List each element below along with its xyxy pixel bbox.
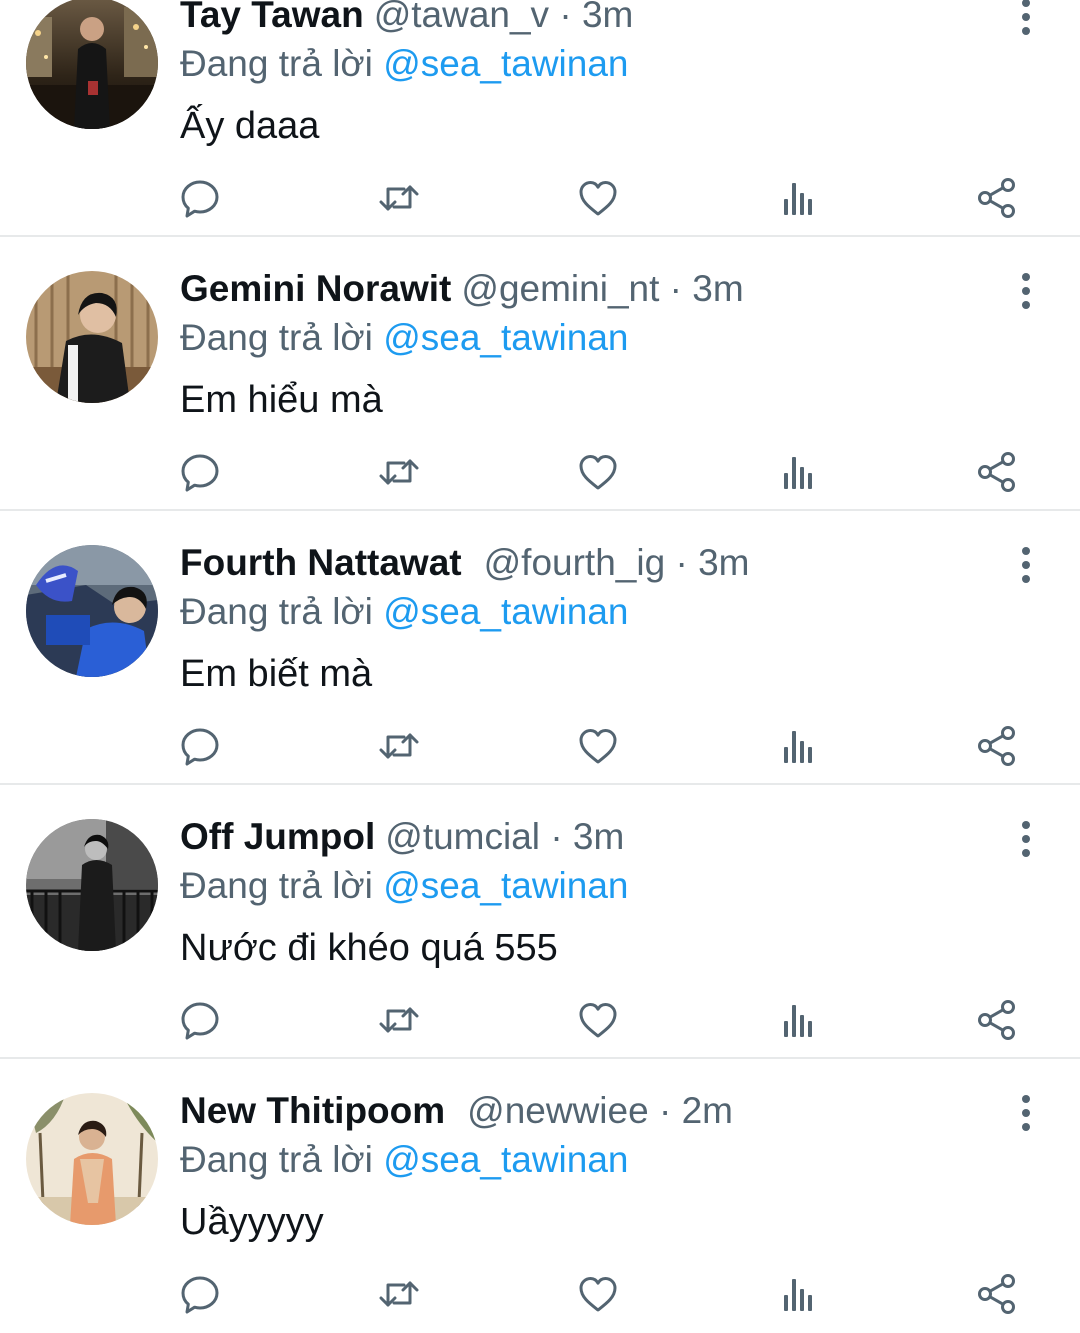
tweet-actions [0, 449, 1080, 495]
avatar[interactable] [26, 0, 158, 129]
views-bar-chart-icon[interactable] [775, 997, 821, 1043]
tweet-text: Em hiểu mà [180, 379, 383, 421]
mention-link[interactable]: @sea_tawinan [383, 591, 628, 632]
share-icon[interactable] [974, 723, 1020, 769]
tweet-text: Uầyyyyy [180, 1201, 324, 1243]
user-handle[interactable]: @tawan_v [374, 0, 549, 35]
timestamp[interactable]: 3m [582, 0, 633, 35]
heart-icon[interactable] [575, 1271, 621, 1317]
retweet-icon[interactable] [376, 449, 422, 495]
share-icon[interactable] [974, 997, 1020, 1043]
mention-link[interactable]: @sea_tawinan [383, 1139, 628, 1180]
display-name[interactable]: New Thitipoom [180, 1090, 445, 1131]
replying-to-line: Đang trả lời @sea_tawinan [180, 313, 629, 363]
replying-to-label: Đang trả lời [180, 1139, 373, 1180]
more-vertical-icon[interactable] [1012, 1093, 1040, 1133]
separator-dot: · [669, 268, 682, 309]
separator-dot: · [658, 1090, 672, 1131]
retweet-icon[interactable] [376, 1271, 422, 1317]
separator-dot: · [559, 0, 572, 35]
timestamp[interactable]: 2m [682, 1090, 733, 1131]
user-handle[interactable]: @tumcial [385, 816, 540, 857]
views-bar-chart-icon[interactable] [775, 449, 821, 495]
reply-bubble-icon[interactable] [177, 1271, 223, 1317]
views-bar-chart-icon[interactable] [775, 175, 821, 221]
tweet-actions [0, 1271, 1080, 1317]
avatar[interactable] [26, 545, 158, 677]
replying-to-label: Đang trả lời [180, 43, 373, 84]
more-vertical-icon[interactable] [1012, 545, 1040, 585]
tweet-text: Ấy daaa [180, 105, 320, 147]
user-handle[interactable]: @fourth_ig [484, 542, 666, 583]
display-name[interactable]: Tay Tawan [180, 0, 364, 35]
tweet-item[interactable]: Off Jumpol @tumcial · 3m Đang trả lời @se… [0, 785, 1080, 1059]
timestamp[interactable]: 3m [698, 542, 749, 583]
reply-bubble-icon[interactable] [177, 997, 223, 1043]
avatar[interactable] [26, 1093, 158, 1225]
more-vertical-icon[interactable] [1012, 0, 1040, 37]
share-icon[interactable] [974, 1271, 1020, 1317]
tweet-header: Gemini Norawit @gemini_nt · 3m [180, 264, 744, 314]
more-vertical-icon[interactable] [1012, 271, 1040, 311]
separator-dot: · [550, 816, 563, 857]
tweet-header: New Thitipoom @newwiee · 2m [180, 1086, 733, 1136]
tweet-text: Em biết mà [180, 653, 373, 695]
replying-to-line: Đang trả lời @sea_tawinan [180, 861, 629, 911]
timestamp[interactable]: 3m [573, 816, 624, 857]
retweet-icon[interactable] [376, 723, 422, 769]
tweet-actions [0, 175, 1080, 221]
user-handle[interactable]: @newwiee [467, 1090, 649, 1131]
mention-link[interactable]: @sea_tawinan [383, 317, 628, 358]
views-bar-chart-icon[interactable] [775, 1271, 821, 1317]
tweet-header: Fourth Nattawat @fourth_ig · 3m [180, 538, 749, 588]
heart-icon[interactable] [575, 175, 621, 221]
heart-icon[interactable] [575, 449, 621, 495]
mention-link[interactable]: @sea_tawinan [383, 865, 628, 906]
separator-dot: · [675, 542, 688, 583]
tweet-actions [0, 723, 1080, 769]
tweet-header: Tay Tawan @tawan_v · 3m [180, 0, 633, 40]
avatar[interactable] [26, 271, 158, 403]
replying-to-label: Đang trả lời [180, 317, 373, 358]
more-vertical-icon[interactable] [1012, 819, 1040, 859]
mention-link[interactable]: @sea_tawinan [383, 43, 628, 84]
reply-bubble-icon[interactable] [177, 449, 223, 495]
reply-bubble-icon[interactable] [177, 723, 223, 769]
replying-to-label: Đang trả lời [180, 865, 373, 906]
display-name[interactable]: Fourth Nattawat [180, 542, 462, 583]
display-name[interactable]: Gemini Norawit [180, 268, 451, 309]
tweet-actions [0, 997, 1080, 1043]
user-handle[interactable]: @gemini_nt [461, 268, 659, 309]
tweet-item[interactable]: Fourth Nattawat @fourth_ig · 3m Đang trả … [0, 511, 1080, 785]
heart-icon[interactable] [575, 723, 621, 769]
replying-to-line: Đang trả lời @sea_tawinan [180, 39, 629, 89]
share-icon[interactable] [974, 449, 1020, 495]
retweet-icon[interactable] [376, 997, 422, 1043]
display-name[interactable]: Off Jumpol [180, 816, 375, 857]
heart-icon[interactable] [575, 997, 621, 1043]
tweet-item[interactable]: Tay Tawan @tawan_v · 3m Đang trả lời @sea… [0, 0, 1080, 237]
retweet-icon[interactable] [376, 175, 422, 221]
tweet-item[interactable]: Gemini Norawit @gemini_nt · 3m Đang trả l… [0, 237, 1080, 511]
timestamp[interactable]: 3m [692, 268, 743, 309]
avatar[interactable] [26, 819, 158, 951]
replying-to-line: Đang trả lời @sea_tawinan [180, 1135, 629, 1185]
tweet-text: Nước đi khéo quá 555 [180, 927, 558, 969]
tweet-item[interactable]: New Thitipoom @newwiee · 2m Đang trả lời … [0, 1059, 1080, 1333]
replying-to-label: Đang trả lời [180, 591, 373, 632]
tweet-header: Off Jumpol @tumcial · 3m [180, 812, 624, 862]
share-icon[interactable] [974, 175, 1020, 221]
reply-bubble-icon[interactable] [177, 175, 223, 221]
replying-to-line: Đang trả lời @sea_tawinan [180, 587, 629, 637]
reply-feed: Tay Tawan @tawan_v · 3m Đang trả lời @sea… [0, 0, 1080, 1333]
views-bar-chart-icon[interactable] [775, 723, 821, 769]
